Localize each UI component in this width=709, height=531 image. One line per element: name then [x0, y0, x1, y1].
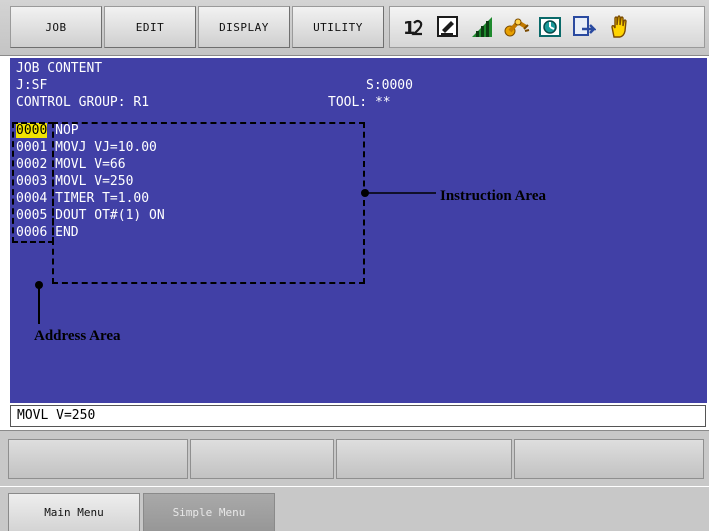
menu-display-button[interactable]: DISPLAY	[198, 6, 290, 48]
robot-arm-icon[interactable]	[504, 15, 530, 39]
svg-text:1: 1	[403, 18, 416, 39]
menu-job-button[interactable]: JOB	[10, 6, 102, 48]
control-group: CONTROL GROUP: R1	[16, 95, 150, 110]
instruction-area-box	[52, 122, 365, 284]
teach-mode-icon[interactable]	[538, 15, 562, 39]
tool-number: TOOL: **	[328, 95, 391, 110]
address-area-box	[12, 122, 54, 243]
status-icon-bar: 1	[389, 6, 705, 48]
hand-safety-icon[interactable]	[606, 15, 630, 39]
speed-meter-icon[interactable]	[470, 15, 494, 39]
instruction-area-label: Instruction Area	[440, 188, 546, 204]
edit-mode-icon[interactable]	[436, 15, 460, 39]
function-key-1[interactable]	[8, 439, 188, 479]
menu-edit-button[interactable]: EDIT	[104, 6, 196, 48]
step-number: S:0000	[366, 78, 413, 93]
axis-select-icon[interactable]: 1	[402, 15, 426, 39]
function-key-2[interactable]	[190, 439, 334, 479]
bottom-menu-bar: Main Menu Simple Menu	[0, 487, 709, 531]
input-line[interactable]: MOVL V=250	[10, 405, 706, 427]
simple-menu-button[interactable]: Simple Menu	[143, 493, 275, 531]
menu-utility-button[interactable]: UTILITY	[292, 6, 384, 48]
function-key-3[interactable]	[336, 439, 512, 479]
job-content-panel: JOB CONTENT J:SF S:0000 CONTROL GROUP: R…	[10, 58, 707, 403]
main-menu-button[interactable]: Main Menu	[8, 493, 140, 531]
step-icon[interactable]	[572, 15, 598, 39]
job-name: J:SF	[16, 78, 48, 93]
address-area-pointer	[35, 281, 43, 324]
function-key-4[interactable]	[514, 439, 704, 479]
top-menu-bar: JOB EDIT DISPLAY UTILITY 1	[0, 0, 709, 56]
panel-title: JOB CONTENT	[16, 61, 103, 76]
function-key-bar	[0, 430, 709, 486]
address-area-label: Address Area	[34, 328, 121, 344]
